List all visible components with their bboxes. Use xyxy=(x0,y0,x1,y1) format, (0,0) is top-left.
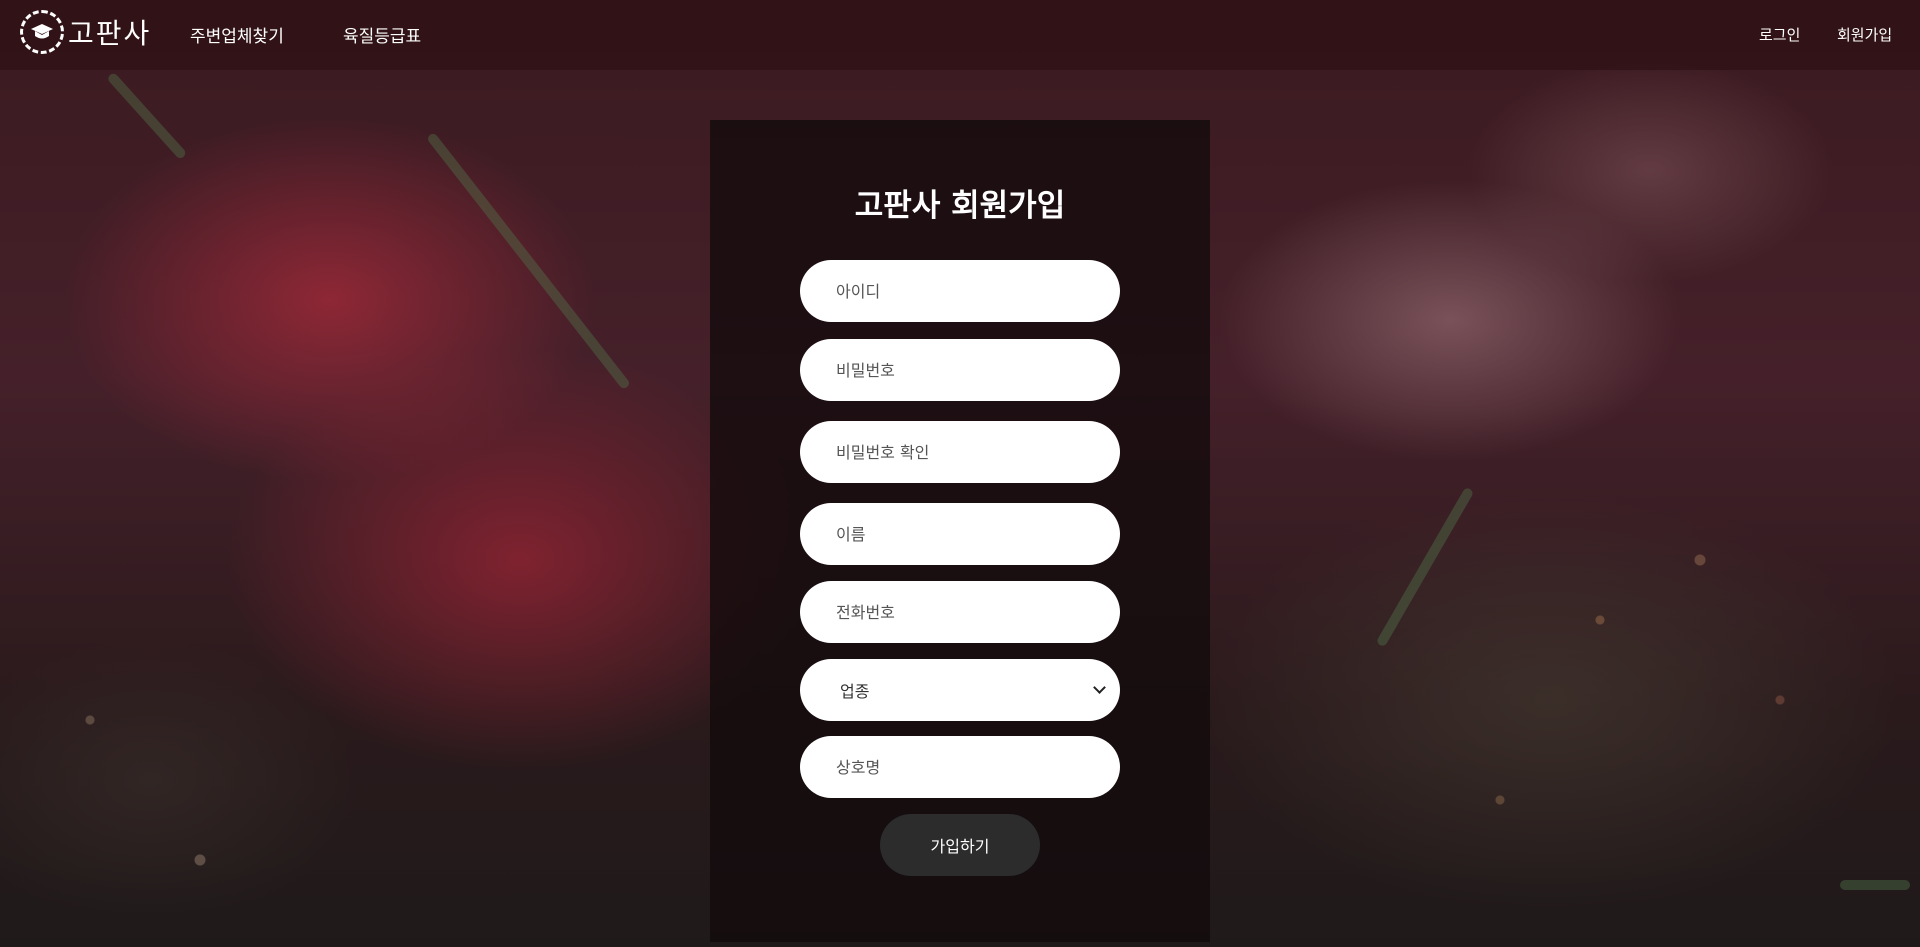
site-logo[interactable]: 고판사 xyxy=(20,10,151,54)
background-herb xyxy=(1840,880,1910,890)
signup-submit-button[interactable]: 가입하기 xyxy=(880,814,1040,876)
graduation-cap-icon xyxy=(20,10,64,54)
business-type-selected: 업종 xyxy=(840,682,870,701)
page-title: 고판사 회원가입 xyxy=(854,188,1066,224)
company-name-input[interactable] xyxy=(800,736,1120,798)
login-link[interactable]: 로그인 xyxy=(1759,24,1800,45)
name-input[interactable] xyxy=(800,503,1120,565)
user-id-input[interactable] xyxy=(800,260,1120,322)
business-type-select[interactable]: 업종 xyxy=(800,659,1120,721)
password-confirm-input[interactable] xyxy=(800,421,1120,483)
logo-text: 고판사 xyxy=(68,17,152,50)
phone-input[interactable] xyxy=(800,581,1120,643)
chevron-down-icon xyxy=(1093,681,1106,694)
signup-link[interactable]: 회원가입 xyxy=(1837,24,1892,45)
nav-find-nearby-stores[interactable]: 주변업체찾기 xyxy=(190,22,284,47)
nav-meat-grade-chart[interactable]: 육질등급표 xyxy=(343,22,421,47)
top-navigation-bar: 고판사 주변업체찾기 육질등급표 로그인 회원가입 xyxy=(0,0,1920,70)
signup-form-panel: 고판사 회원가입 업종 가입하기 xyxy=(710,120,1210,942)
password-input[interactable] xyxy=(800,339,1120,401)
